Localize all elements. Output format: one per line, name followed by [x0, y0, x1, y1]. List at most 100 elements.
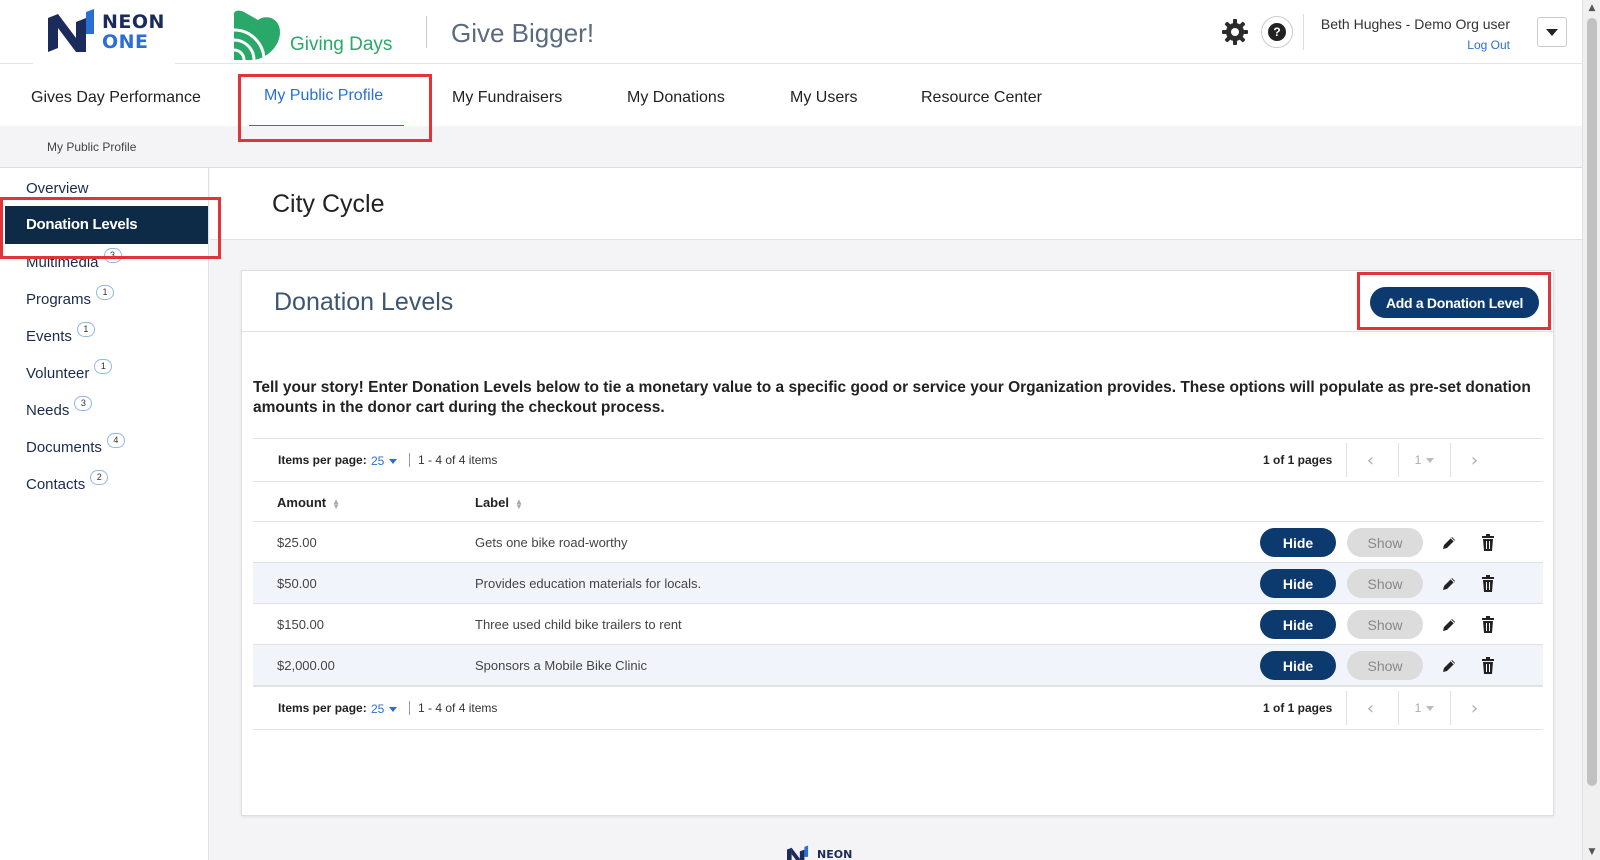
count-badge: 2: [90, 470, 109, 485]
neon-one-wordmark: NEON ONE: [102, 12, 165, 52]
footer-wordmark: NEON: [817, 848, 853, 860]
sort-icon: ▲ ▼: [332, 496, 341, 511]
giving-days-logo[interactable]: Giving Days: [230, 6, 400, 62]
neon-wordmark-line1: NEON: [102, 11, 165, 33]
column-header-label-col[interactable]: Label ▲ ▼: [475, 495, 523, 510]
label-cell: Three used child bike trailers to rent: [475, 617, 682, 632]
count-badge: 3: [103, 248, 122, 263]
table-row: $25.00 Gets one bike road-worthy Hide Show: [253, 522, 1543, 563]
sidebar-item-documents[interactable]: Documents 4: [26, 433, 125, 456]
sidebar-item-label: Documents: [26, 439, 102, 456]
items-range: 1 - 4 of 4 items: [409, 453, 497, 467]
tab-gives-day-performance[interactable]: Gives Day Performance: [31, 89, 201, 107]
donation-levels-card: Donation Levels Add a Donation Level Tel…: [241, 270, 1554, 816]
tab-my-fundraisers[interactable]: My Fundraisers: [452, 89, 562, 107]
scrollbar-thumb[interactable]: [1587, 18, 1597, 786]
neon-wordmark-line2: ONE: [102, 31, 149, 53]
sort-icon: ▲ ▼: [514, 496, 523, 511]
sidebar-item-label: Multimedia: [26, 254, 99, 271]
show-button[interactable]: Show: [1347, 528, 1423, 557]
table-row: $50.00 Provides education materials for l…: [253, 563, 1543, 604]
vertical-scrollbar[interactable]: ▲ ▼: [1582, 0, 1600, 860]
hide-button[interactable]: Hide: [1260, 528, 1336, 557]
main-nav: Gives Day Performance My Public Profile …: [0, 64, 1582, 128]
label-cell: Provides education materials for locals.: [475, 576, 702, 591]
items-per-page-select[interactable]: 25: [371, 702, 397, 716]
help-icon: ?: [1268, 23, 1286, 41]
amount-cell: $150.00: [277, 617, 324, 632]
page-title: City Cycle: [272, 190, 385, 218]
items-per-page-select[interactable]: 25: [371, 454, 397, 468]
sidebar-item-programs[interactable]: Programs 1: [26, 285, 115, 308]
page-select[interactable]: 1: [1398, 443, 1450, 477]
neon-one-logo[interactable]: NEON ONE: [33, 0, 175, 64]
show-button[interactable]: Show: [1347, 610, 1423, 639]
sidebar-item-volunteer[interactable]: Volunteer 1: [26, 359, 113, 382]
items-per-page-label: Items per page:: [278, 701, 367, 715]
hide-button[interactable]: Hide: [1260, 651, 1336, 680]
donation-levels-grid: Items per page: 25 1 - 4 of 4 items 1 of…: [253, 438, 1543, 730]
edit-pencil-icon[interactable]: [1441, 535, 1457, 551]
sidebar-item-events[interactable]: Events 1: [26, 322, 95, 345]
profile-sidebar: Overview Donation Levels Multimedia 3 Pro…: [0, 168, 209, 860]
delete-trash-icon[interactable]: [1480, 575, 1496, 592]
footer-logo: NEON: [783, 845, 863, 860]
sidebar-item-label: Programs: [26, 291, 92, 308]
add-donation-level-button[interactable]: Add a Donation Level: [1370, 287, 1539, 318]
sidebar-item-label: Needs: [26, 402, 70, 419]
hide-button[interactable]: Hide: [1260, 610, 1336, 639]
tab-my-donations[interactable]: My Donations: [627, 89, 725, 107]
gear-icon[interactable]: [1221, 18, 1249, 46]
breadcrumb-bar: My Public Profile: [0, 126, 1582, 168]
count-badge: 1: [96, 285, 115, 300]
next-page-icon[interactable]: ›: [1450, 691, 1498, 725]
table-row: $150.00 Three used child bike trailers to…: [253, 604, 1543, 645]
sidebar-item-label: Volunteer: [26, 365, 90, 382]
sidebar-item-contacts[interactable]: Contacts 2: [26, 470, 109, 493]
logout-link[interactable]: Log Out: [1467, 38, 1510, 52]
sidebar-item-needs[interactable]: Needs 3: [26, 396, 93, 419]
sidebar-item-overview[interactable]: Overview: [26, 180, 89, 197]
card-header: Donation Levels Add a Donation Level: [242, 271, 1553, 332]
hide-button[interactable]: Hide: [1260, 569, 1336, 598]
count-badge: 3: [74, 396, 93, 411]
scroll-up-icon[interactable]: ▲: [1583, 0, 1600, 16]
sidebar-item-multimedia[interactable]: Multimedia 3: [26, 248, 122, 271]
edit-pencil-icon[interactable]: [1441, 617, 1457, 633]
header-user-divider: [1303, 14, 1304, 50]
tagline: Give Bigger!: [451, 18, 595, 48]
items-range: 1 - 4 of 4 items: [409, 701, 497, 715]
label-cell: Sponsors a Mobile Bike Clinic: [475, 658, 647, 673]
tab-resource-center[interactable]: Resource Center: [921, 89, 1042, 107]
count-badge: 1: [94, 359, 113, 374]
sidebar-item-label: Contacts: [26, 476, 86, 493]
card-title: Donation Levels: [274, 288, 454, 316]
giving-days-wordmark: Giving Days: [290, 34, 393, 55]
label-cell: Gets one bike road-worthy: [475, 535, 628, 550]
sidebar-item-label: Donation Levels: [26, 216, 138, 233]
user-menu-dropdown[interactable]: [1537, 17, 1567, 47]
scroll-down-icon[interactable]: ▼: [1583, 844, 1600, 860]
delete-trash-icon[interactable]: [1480, 534, 1496, 551]
delete-trash-icon[interactable]: [1480, 657, 1496, 674]
prev-page-icon[interactable]: ‹: [1346, 443, 1394, 477]
breadcrumb[interactable]: My Public Profile: [47, 140, 136, 154]
sidebar-item-donation-levels[interactable]: Donation Levels: [5, 206, 208, 244]
edit-pencil-icon[interactable]: [1441, 576, 1457, 592]
column-header-label: Label: [475, 495, 509, 510]
app-window: NEON ONE Giving Days Give Bigger! ? Beth…: [0, 0, 1582, 860]
show-button[interactable]: Show: [1347, 569, 1423, 598]
sidebar-item-label: Overview: [26, 180, 89, 197]
delete-trash-icon[interactable]: [1480, 616, 1496, 633]
amount-cell: $50.00: [277, 576, 317, 591]
page-select[interactable]: 1: [1398, 691, 1450, 725]
items-per-page-label: Items per page:: [278, 453, 367, 467]
next-page-icon[interactable]: ›: [1450, 443, 1498, 477]
tab-my-users[interactable]: My Users: [790, 89, 858, 107]
help-button[interactable]: ?: [1261, 16, 1293, 48]
edit-pencil-icon[interactable]: [1441, 658, 1457, 674]
show-button[interactable]: Show: [1347, 651, 1423, 680]
tab-my-public-profile[interactable]: My Public Profile: [264, 87, 383, 105]
prev-page-icon[interactable]: ‹: [1346, 691, 1394, 725]
column-header-amount[interactable]: Amount ▲ ▼: [277, 495, 340, 510]
